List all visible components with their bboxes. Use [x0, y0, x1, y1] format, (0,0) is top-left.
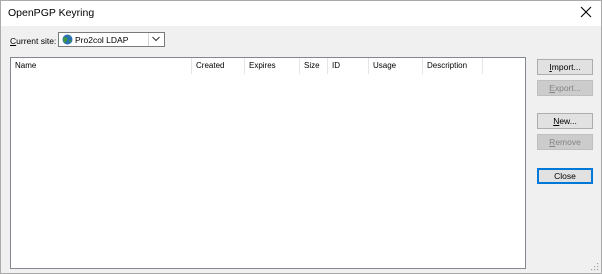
openpgp-keyring-dialog: OpenPGP Keyring Current site: Pro2col LD…	[0, 0, 602, 274]
remove-button-label: emove	[555, 137, 581, 147]
import-button-label: mport...	[551, 62, 581, 72]
current-site-select[interactable]: Pro2col LDAP	[58, 32, 165, 47]
new-button-label: ew...	[559, 116, 577, 126]
import-button[interactable]: Import...	[537, 59, 593, 75]
export-button-label: xport...	[554, 83, 581, 93]
column-header-created[interactable]: Created	[192, 58, 245, 74]
resize-grip-icon[interactable]	[590, 262, 599, 271]
globe-icon	[62, 34, 73, 45]
current-site-value: Pro2col LDAP	[75, 35, 129, 45]
current-site-label: Current site:	[10, 36, 56, 46]
window-title: OpenPGP Keyring	[8, 7, 95, 19]
close-button[interactable]: Close	[537, 168, 593, 184]
select-divider	[148, 33, 149, 46]
title-bar[interactable]: OpenPGP Keyring	[1, 1, 601, 26]
column-header-name[interactable]: Name	[11, 58, 192, 74]
column-header-size[interactable]: Size	[300, 58, 328, 74]
column-header-id[interactable]: ID	[328, 58, 369, 74]
chevron-down-icon[interactable]	[152, 36, 160, 42]
keyring-list[interactable]: Name Created Expires Size ID Usage Descr…	[10, 57, 526, 269]
current-site-label-text: urrent site:	[16, 36, 57, 46]
column-header-description[interactable]: Description	[423, 58, 483, 74]
column-header-usage[interactable]: Usage	[369, 58, 423, 74]
new-button[interactable]: New...	[537, 113, 593, 129]
export-button[interactable]: Export...	[537, 80, 593, 96]
close-icon[interactable]	[578, 4, 594, 20]
column-header-expires[interactable]: Expires	[245, 58, 300, 74]
remove-button[interactable]: Remove	[537, 134, 593, 150]
